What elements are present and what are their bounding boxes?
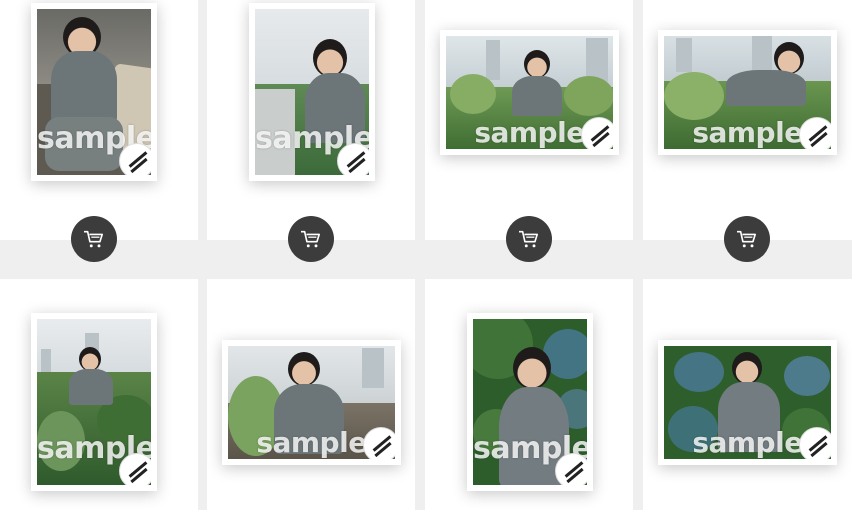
product-photo: sample [664,346,831,459]
cart-icon [84,230,103,248]
product-photo-link[interactable]: sample [658,340,837,465]
cart-icon [519,230,539,248]
product-photo-link[interactable]: sample [467,313,593,491]
product-photo-link[interactable]: sample [31,3,157,181]
official-seal-icon [363,427,395,459]
product-photo-link[interactable]: sample [222,340,401,465]
cart-icon [301,230,320,248]
product-photo-link[interactable]: sample [658,30,837,155]
add-to-cart-button[interactable] [506,216,552,262]
product-photo-link[interactable]: sample [31,313,157,491]
product-grid: sample sample sample sample sample sampl… [0,0,852,510]
official-seal-icon [799,427,831,459]
official-seal-icon [581,117,613,149]
add-to-cart-button[interactable] [71,216,117,262]
official-seal-icon [799,117,831,149]
product-photo: sample [37,9,151,175]
product-photo: sample [255,9,369,175]
product-photo: sample [473,319,587,485]
official-seal-icon [119,453,151,485]
product-photo: sample [446,36,613,149]
product-photo-link[interactable]: sample [249,3,375,181]
official-seal-icon [119,143,151,175]
official-seal-icon [555,453,587,485]
product-photo: sample [37,319,151,485]
add-to-cart-button[interactable] [724,216,770,262]
product-photo: sample [664,36,831,149]
add-to-cart-button[interactable] [288,216,334,262]
product-photo: sample [228,346,395,459]
cart-icon [737,230,757,248]
official-seal-icon [337,143,369,175]
product-photo-link[interactable]: sample [440,30,619,155]
